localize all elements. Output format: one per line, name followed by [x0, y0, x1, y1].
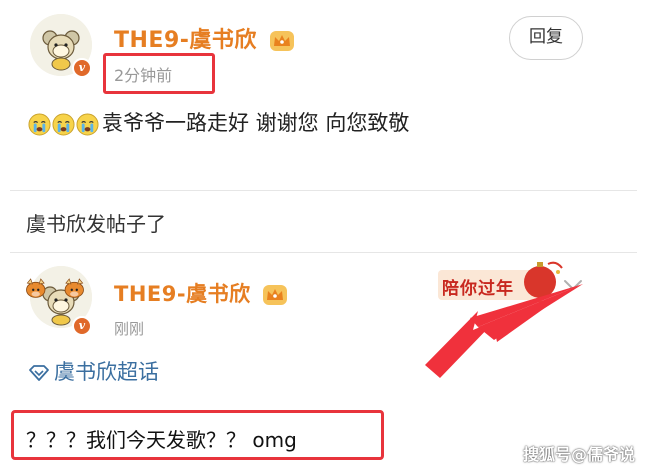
verified-badge-icon: v: [72, 316, 92, 336]
verified-badge-icon: v: [72, 58, 92, 78]
username-text: THE9-虞书欣: [114, 28, 257, 53]
super-topic-link[interactable]: 虞书欣超话: [28, 356, 159, 386]
avatar[interactable]: v: [30, 14, 92, 78]
weibo-screenshot: v THE9-虞书欣 2分钟前 回复 袁爷爷一路走好 谢谢您 向您致敬 虞书欣发…: [0, 0, 647, 470]
cry-emoji-icon: [76, 112, 99, 136]
reply-button[interactable]: 回复: [509, 16, 583, 60]
cry-emoji-icon: [52, 112, 75, 136]
post2-username[interactable]: THE9-虞书欣: [114, 278, 288, 308]
ox-ears-icon: [26, 278, 84, 298]
section-title: 虞书欣发帖子了: [26, 212, 166, 236]
post1-username[interactable]: THE9-虞书欣: [114, 22, 295, 54]
watermark: 搜狐号@儒爷说: [522, 445, 635, 464]
post1-text: 袁爷爷一路走好 谢谢您 向您致敬: [102, 111, 410, 135]
topic-label: 虞书欣超话: [54, 360, 159, 384]
new-year-badge: 陪你过年: [438, 258, 566, 308]
avatar[interactable]: v: [26, 266, 92, 336]
crown-icon: [270, 31, 295, 51]
cry-emoji-icon: [28, 112, 51, 136]
chevron-down-icon[interactable]: [563, 278, 583, 292]
divider: [10, 252, 637, 253]
post2-timestamp: 刚刚: [114, 320, 145, 338]
diamond-icon: [29, 365, 49, 381]
crown-icon: [263, 285, 288, 305]
divider: [10, 190, 637, 191]
post1-timestamp: 2分钟前: [114, 66, 173, 85]
emoji-group: [28, 112, 100, 136]
username-text: THE9-虞书欣: [114, 282, 251, 306]
post1-content: 袁爷爷一路走好 谢谢您 向您致敬: [28, 107, 409, 137]
banner-text: 陪你过年: [442, 279, 514, 299]
post2-content: ？？？我们今天发歌？？ omg: [26, 428, 297, 452]
